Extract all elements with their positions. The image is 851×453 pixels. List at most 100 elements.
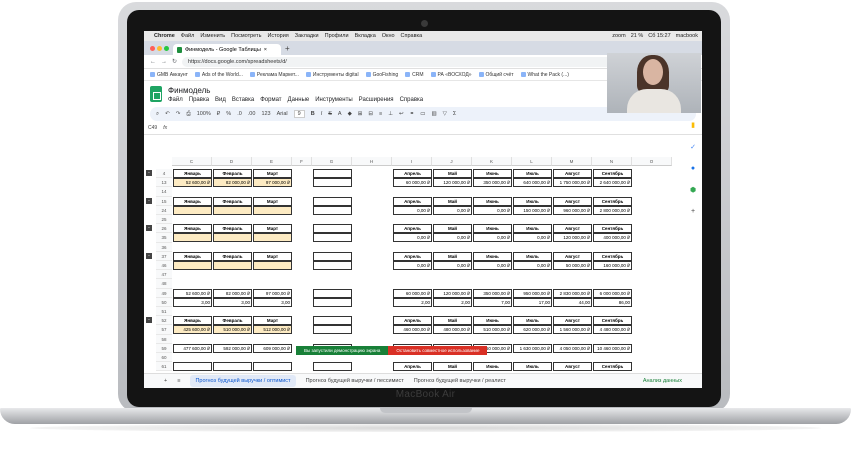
search-icon[interactable]: ⌕ bbox=[156, 111, 159, 118]
cell[interactable] bbox=[313, 297, 352, 307]
column-header[interactable]: C bbox=[172, 157, 212, 166]
cell[interactable]: 160 000,00 ₽ bbox=[593, 261, 632, 270]
column-header[interactable]: G bbox=[312, 157, 352, 166]
borders-icon[interactable]: ⊞ bbox=[358, 111, 363, 117]
cell[interactable]: 150 000,00 ₽ bbox=[513, 205, 552, 215]
row-header[interactable]: 57 bbox=[156, 325, 172, 335]
cell[interactable]: 2 830 000,00 ₽ bbox=[553, 288, 592, 298]
cell[interactable]: Август bbox=[553, 196, 592, 206]
doc-menu-0[interactable]: Файл bbox=[168, 97, 183, 103]
mac-menu-4[interactable]: Закладки bbox=[295, 33, 319, 39]
contacts-icon[interactable]: ● bbox=[691, 165, 695, 172]
tasks-icon[interactable]: ✓ bbox=[690, 143, 696, 151]
cell[interactable]: 0,00 ₽ bbox=[513, 233, 552, 243]
cell[interactable]: 640 000,00 ₽ bbox=[513, 178, 552, 188]
fill-color-icon[interactable]: ◆ bbox=[348, 111, 352, 117]
cell[interactable]: 0,00 ₽ bbox=[473, 261, 512, 270]
clock[interactable]: Сб 15:27 bbox=[648, 33, 670, 39]
cell[interactable]: 2 640 000,00 ₽ bbox=[593, 178, 632, 188]
cell[interactable]: Июнь bbox=[473, 251, 512, 261]
number-format-button[interactable]: 123 bbox=[261, 111, 270, 117]
align-icon[interactable]: ≡ bbox=[379, 111, 382, 117]
strikethrough-icon[interactable]: S bbox=[328, 111, 332, 117]
bookmark-5[interactable]: CRM bbox=[405, 72, 424, 78]
cell[interactable] bbox=[173, 205, 212, 215]
reload-icon[interactable]: ↻ bbox=[172, 58, 177, 65]
cell[interactable]: Август bbox=[553, 362, 592, 372]
cell[interactable]: 620 000,00 ₽ bbox=[513, 325, 552, 335]
column-header[interactable]: I bbox=[392, 157, 432, 166]
row-header[interactable]: 15 bbox=[156, 196, 172, 206]
cell[interactable]: Май bbox=[433, 251, 472, 261]
cell[interactable] bbox=[213, 362, 252, 372]
battery-status[interactable]: 21 % bbox=[631, 33, 644, 39]
cell[interactable]: 1 560 000,00 ₽ bbox=[553, 325, 592, 335]
cell[interactable]: 0,00 ₽ bbox=[433, 261, 472, 270]
cell[interactable]: Апрель bbox=[393, 251, 432, 261]
text-color-icon[interactable]: A bbox=[338, 111, 342, 117]
bookmark-3[interactable]: Инструменты digital bbox=[305, 72, 359, 78]
mac-menu-0[interactable]: Файл bbox=[181, 33, 195, 39]
row-header[interactable]: 26 bbox=[156, 224, 172, 234]
cell[interactable]: 82 000,00 ₽ bbox=[213, 288, 252, 298]
row-header[interactable]: 49 bbox=[156, 288, 172, 298]
cell[interactable] bbox=[313, 205, 352, 215]
link-icon[interactable]: ⚭ bbox=[410, 111, 415, 117]
cell[interactable] bbox=[253, 233, 292, 243]
sheet-tab-1[interactable]: Прогноз будущей выручки / пессимист bbox=[306, 378, 404, 384]
cell[interactable]: 60 000,00 ₽ bbox=[393, 288, 432, 298]
cell[interactable]: Февраль bbox=[213, 251, 252, 261]
cell[interactable]: 510 000,00 ₽ bbox=[473, 325, 512, 335]
cell[interactable]: 0,00 ₽ bbox=[473, 233, 512, 243]
cell[interactable]: Сентябрь bbox=[593, 251, 632, 261]
cell[interactable]: Январь bbox=[173, 316, 212, 326]
cell[interactable] bbox=[313, 288, 352, 298]
name-box[interactable]: C49 bbox=[148, 125, 157, 131]
cell[interactable] bbox=[213, 205, 252, 215]
column-header[interactable]: F bbox=[292, 157, 312, 166]
column-header[interactable]: H bbox=[352, 157, 392, 166]
mac-menu-5[interactable]: Профили bbox=[325, 33, 349, 39]
cell[interactable] bbox=[313, 316, 352, 326]
cell[interactable]: 2,00 bbox=[393, 297, 432, 307]
cell[interactable]: Февраль bbox=[213, 224, 252, 234]
row-header[interactable]: 50 bbox=[156, 297, 172, 307]
mac-menu-6[interactable]: Вкладка bbox=[355, 33, 376, 39]
cell[interactable]: Март bbox=[253, 224, 292, 234]
valign-icon[interactable]: ⊥ bbox=[388, 111, 393, 117]
all-sheets-icon[interactable]: ≡ bbox=[177, 378, 180, 384]
cell[interactable]: Январь bbox=[173, 169, 212, 178]
doc-title[interactable]: Финмодель bbox=[168, 86, 423, 95]
cell[interactable] bbox=[173, 261, 212, 270]
cell[interactable]: 120 000,00 ₽ bbox=[553, 233, 592, 243]
cell[interactable]: 4 050 000,00 ₽ bbox=[553, 343, 592, 353]
currency-button[interactable]: ₽ bbox=[217, 111, 221, 117]
group-toggle-icon[interactable]: - bbox=[146, 252, 152, 259]
spreadsheet-grid[interactable]: C D E F G H I J K L M N O 4- Январь Февраль Март Апрель Ма… bbox=[144, 157, 684, 373]
cell[interactable]: 44,00 bbox=[553, 297, 592, 307]
cell[interactable]: Февраль bbox=[213, 316, 252, 326]
row-header[interactable]: 36 bbox=[156, 242, 172, 252]
mac-menu-8[interactable]: Справка bbox=[401, 33, 423, 39]
bookmark-1[interactable]: Ads of the World... bbox=[194, 72, 243, 78]
doc-menu-3[interactable]: Вставка bbox=[232, 97, 254, 103]
cell[interactable]: Сентябрь bbox=[593, 362, 632, 372]
cell[interactable]: 97 000,00 ₽ bbox=[253, 288, 292, 298]
minimize-window-icon[interactable] bbox=[157, 45, 162, 51]
doc-menu-8[interactable]: Справка bbox=[400, 97, 424, 103]
mac-menu-7[interactable]: Окно bbox=[382, 33, 395, 39]
cell[interactable]: Июль bbox=[513, 316, 552, 326]
functions-icon[interactable]: Σ bbox=[453, 111, 456, 117]
zoom-status[interactable]: zoom bbox=[612, 33, 625, 39]
cell[interactable]: 480 000,00 ₽ bbox=[433, 325, 472, 335]
percent-button[interactable]: % bbox=[226, 111, 231, 117]
doc-menu-4[interactable]: Формат bbox=[260, 97, 281, 103]
cell[interactable]: 350 000,00 ₽ bbox=[473, 178, 512, 188]
bold-icon[interactable]: B bbox=[311, 111, 315, 117]
cell[interactable] bbox=[313, 224, 352, 234]
merge-icon[interactable]: ⊟ bbox=[368, 111, 373, 117]
cell[interactable]: Сентябрь bbox=[593, 316, 632, 326]
cell[interactable]: Март bbox=[253, 316, 292, 326]
cell[interactable]: 10 460 000,00 ₽ bbox=[593, 343, 632, 353]
cell[interactable]: 609 000,00 ₽ bbox=[253, 343, 292, 353]
